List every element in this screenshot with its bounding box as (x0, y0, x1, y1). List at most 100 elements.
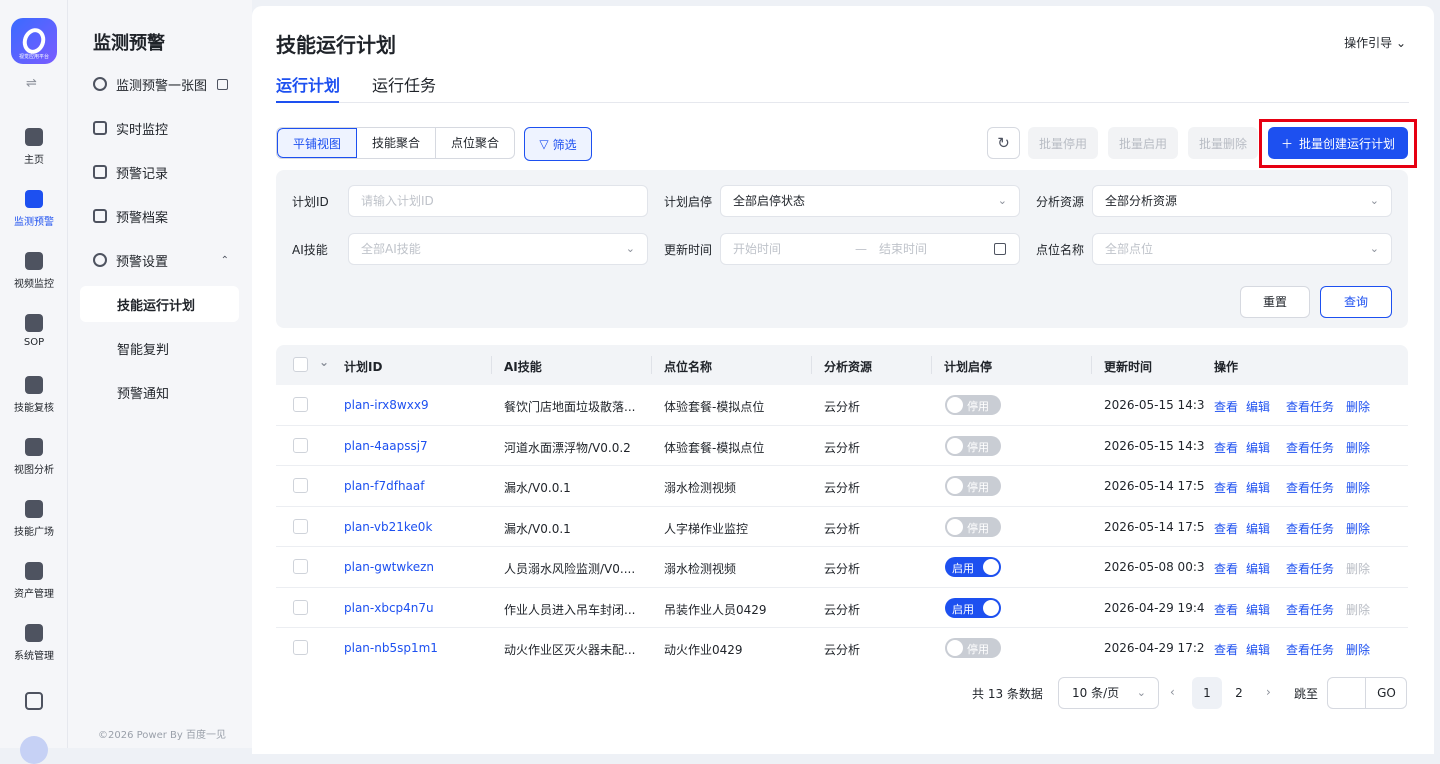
view-tile-button[interactable]: 平铺视图 (277, 128, 358, 158)
status-toggle[interactable]: 停用 (945, 638, 1001, 658)
delete-link[interactable]: 删除 (1346, 601, 1370, 618)
edit-link[interactable]: 编辑 (1246, 641, 1270, 658)
rail-item-3[interactable]: SOP (0, 314, 68, 348)
rail-item-0[interactable]: 主页 (0, 128, 68, 166)
menu-item-alert-notify[interactable]: 预警通知 (80, 374, 239, 410)
row-checkbox[interactable] (293, 559, 308, 574)
collapse-toggle-icon[interactable]: ⇌ (26, 76, 37, 91)
plan-id-link[interactable]: plan-4aapssj7 (344, 439, 484, 453)
view-task-link[interactable]: 查看任务 (1286, 439, 1334, 456)
avatar[interactable] (20, 736, 48, 764)
point-select[interactable]: 全部点位 ⌄ (1092, 233, 1392, 265)
menu-item-skill-run-plan[interactable]: 技能运行计划 (80, 286, 239, 322)
edit-link[interactable]: 编辑 (1246, 439, 1270, 456)
status-select[interactable]: 全部启停状态 ⌄ (720, 185, 1020, 217)
rail-item-2[interactable]: 视频监控 (0, 252, 68, 290)
status-toggle[interactable]: 启用 (945, 557, 1001, 577)
filter-button[interactable]: ▽ 筛选 (524, 127, 592, 161)
rail-item-7[interactable]: 资产管理 (0, 562, 68, 600)
view-link[interactable]: 查看 (1214, 601, 1238, 618)
menu-item-realtime[interactable]: 实时监控 (80, 110, 239, 146)
view-link[interactable]: 查看 (1214, 641, 1238, 658)
view-point-group-button[interactable]: 点位聚合 (436, 128, 514, 158)
rail-item-8[interactable]: 系统管理 (0, 624, 68, 662)
status-toggle[interactable]: 停用 (945, 476, 1001, 496)
row-checkbox[interactable] (293, 599, 308, 615)
edit-link[interactable]: 编辑 (1246, 398, 1270, 415)
page-1-button[interactable]: 1 (1192, 677, 1222, 709)
view-link[interactable]: 查看 (1214, 439, 1238, 456)
refresh-button[interactable]: ↻ (987, 127, 1020, 159)
page-size-select[interactable]: 10 条/页 ⌄ (1058, 677, 1159, 709)
row-checkbox[interactable] (293, 397, 308, 412)
view-task-link[interactable]: 查看任务 (1286, 479, 1334, 496)
view-task-link[interactable]: 查看任务 (1286, 641, 1334, 658)
delete-link[interactable]: 删除 (1346, 398, 1370, 415)
menu-item-alert-archive[interactable]: 预警档案 (80, 198, 239, 234)
skill-select[interactable]: 全部AI技能 ⌄ (348, 233, 648, 265)
plan-id-link[interactable]: plan-irx8wxx9 (344, 398, 484, 412)
settings-icon[interactable] (25, 692, 43, 710)
operation-guide-dropdown[interactable]: 操作引导 ⌄ (1344, 34, 1406, 51)
reset-button[interactable]: 重置 (1240, 286, 1310, 318)
rail-item-4[interactable]: 技能复核 (0, 376, 68, 414)
app-logo[interactable]: 视觉应用平台 (11, 18, 57, 64)
edit-link[interactable]: 编辑 (1246, 479, 1270, 496)
menu-item-alert-records[interactable]: 预警记录 (80, 154, 239, 190)
rail-item-1[interactable]: 监测预警 (0, 190, 68, 228)
rail-item-6[interactable]: 技能广场 (0, 500, 68, 538)
row-checkbox[interactable] (293, 640, 308, 655)
status-toggle[interactable]: 停用 (945, 516, 1001, 537)
rail-item-5[interactable]: 视图分析 (0, 438, 68, 476)
query-button[interactable]: 查询 (1320, 286, 1392, 318)
delete-link[interactable]: 删除 (1346, 439, 1370, 456)
row-checkbox[interactable] (293, 437, 308, 453)
menu-item-label: 预警记录 (116, 166, 169, 182)
status-toggle[interactable]: 停用 (945, 395, 1001, 415)
resource-select[interactable]: 全部分析资源 ⌄ (1092, 185, 1392, 217)
next-page-button[interactable]: › (1266, 685, 1271, 699)
status-toggle[interactable]: 停用 (945, 435, 1001, 456)
go-button[interactable]: GO (1365, 677, 1407, 709)
delete-link[interactable]: 删除 (1346, 641, 1370, 658)
edit-link[interactable]: 编辑 (1246, 520, 1270, 537)
view-task-link[interactable]: 查看任务 (1286, 520, 1334, 537)
view-link[interactable]: 查看 (1214, 479, 1238, 496)
prev-page-button[interactable]: ‹ (1170, 685, 1175, 699)
row-checkbox[interactable] (293, 518, 308, 534)
plan-id-link[interactable]: plan-gwtwkezn (344, 560, 484, 574)
page-2-button[interactable]: 2 (1224, 677, 1254, 709)
edit-link[interactable]: 编辑 (1246, 560, 1270, 577)
time-range-picker[interactable]: 开始时间 — 结束时间 (720, 233, 1020, 265)
batch-stop-button[interactable]: 批量停用 (1028, 127, 1098, 159)
delete-link[interactable]: 删除 (1346, 479, 1370, 496)
tab-run-task[interactable]: 运行任务 (372, 72, 436, 96)
plan-id-link[interactable]: plan-xbcp4n7u (344, 601, 484, 615)
select-all-checkbox[interactable] (293, 357, 308, 372)
view-task-link[interactable]: 查看任务 (1286, 560, 1334, 577)
menu-item-overview-map[interactable]: 监测预警一张图 (80, 66, 239, 102)
batch-delete-button[interactable]: 批量删除 (1188, 127, 1258, 159)
status-toggle[interactable]: 启用 (945, 597, 1001, 618)
chevron-down-icon[interactable]: ⌄ (319, 355, 329, 369)
view-link[interactable]: 查看 (1214, 398, 1238, 415)
menu-item-label: 实时监控 (116, 122, 169, 138)
tab-run-plan[interactable]: 运行计划 (276, 72, 340, 96)
view-skill-group-button[interactable]: 技能聚合 (357, 128, 437, 158)
delete-link[interactable]: 删除 (1346, 520, 1370, 537)
plan-id-link[interactable]: plan-f7dfhaaf (344, 479, 484, 493)
view-link[interactable]: 查看 (1214, 560, 1238, 577)
menu-item-alert-settings[interactable]: 预警设置 ⌃ (80, 242, 239, 278)
plan-id-link[interactable]: plan-vb21ke0k (344, 520, 484, 534)
view-task-link[interactable]: 查看任务 (1286, 601, 1334, 618)
batch-start-button[interactable]: 批量启用 (1108, 127, 1178, 159)
edit-link[interactable]: 编辑 (1246, 601, 1270, 618)
plan-id-input[interactable]: 请输入计划ID (348, 185, 648, 217)
menu-item-smart-review[interactable]: 智能复判 (80, 330, 239, 366)
row-checkbox[interactable] (293, 478, 308, 493)
plan-id-link[interactable]: plan-nb5sp1m1 (344, 641, 484, 655)
view-link[interactable]: 查看 (1214, 520, 1238, 537)
status-value: 全部启停状态 (733, 194, 806, 208)
delete-link[interactable]: 删除 (1346, 560, 1370, 577)
view-task-link[interactable]: 查看任务 (1286, 398, 1334, 415)
